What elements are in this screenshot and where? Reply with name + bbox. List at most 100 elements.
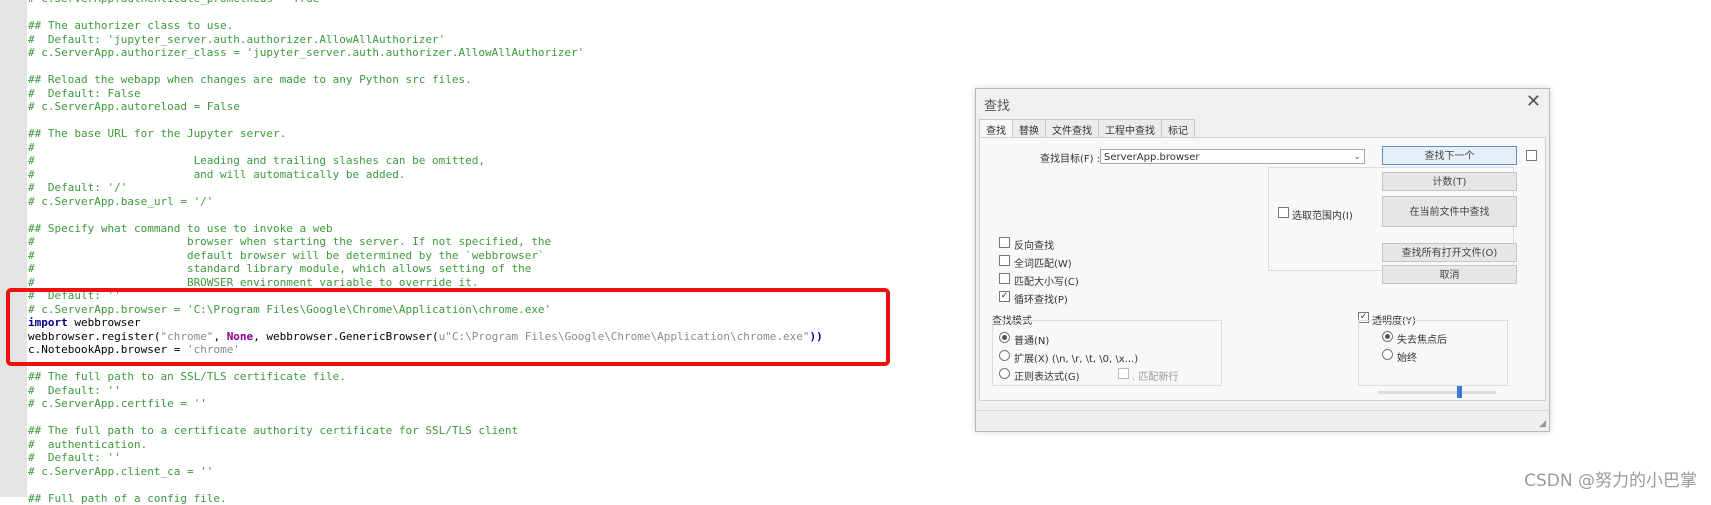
- transparency-focus-label: 失去焦点后: [1397, 331, 1447, 346]
- cancel-button[interactable]: 取消: [1382, 265, 1517, 284]
- code-line[interactable]: [28, 114, 823, 128]
- code-token: ## Reload the webapp when changes are ma…: [28, 73, 472, 86]
- code-line[interactable]: ## The full path to an SSL/TLS certifica…: [28, 370, 823, 384]
- mode-extended-label: 扩展(X) (\n, \r, \t, \0, \x...): [1014, 350, 1138, 365]
- code-line[interactable]: # Default: 'jupyter_server.auth.authoriz…: [28, 33, 823, 47]
- find-label: 查找目标(F) :: [1040, 150, 1100, 165]
- code-token: # c.ServerApp.authenticate_prometheus = …: [28, 0, 319, 5]
- mode-regex-label: 正则表达式(G): [1014, 368, 1080, 383]
- mode-extended-radio[interactable]: [999, 350, 1010, 361]
- match-case-label: 匹配大小写(C): [1014, 273, 1079, 288]
- code-line[interactable]: # Default: '/': [28, 181, 823, 195]
- count-button[interactable]: 计数(T): [1382, 172, 1517, 191]
- code-line[interactable]: # c.ServerApp.authorizer_class = 'jupyte…: [28, 46, 823, 60]
- code-token: # Default: 'jupyter_server.auth.authoriz…: [28, 33, 445, 46]
- find-all-open-button[interactable]: 查找所有打开文件(O): [1382, 243, 1517, 262]
- code-line[interactable]: ## The full path to a certificate author…: [28, 424, 823, 438]
- code-line[interactable]: ## The base URL for the Jupyter server.: [28, 127, 823, 141]
- mode-regex-radio[interactable]: [999, 368, 1010, 379]
- code-line[interactable]: # BROWSER environment variable to overri…: [28, 276, 823, 290]
- code-line[interactable]: ## Specify what command to use to invoke…: [28, 222, 823, 236]
- wrap-checkbox[interactable]: ✓: [999, 291, 1010, 302]
- close-icon[interactable]: ✕: [1526, 91, 1541, 112]
- tab-find-in-files[interactable]: 文件查找: [1045, 119, 1099, 137]
- match-case-checkbox[interactable]: [999, 273, 1010, 284]
- wrap-label: 循环查找(P): [1014, 291, 1068, 306]
- find-next-button[interactable]: 查找下一个: [1382, 146, 1517, 165]
- code-line[interactable]: [28, 60, 823, 74]
- code-token: # BROWSER environment variable to overri…: [28, 276, 478, 289]
- code-line[interactable]: # Default: '': [28, 451, 823, 465]
- code-token: # Default: False: [28, 87, 141, 100]
- tab-mark[interactable]: 标记: [1161, 119, 1195, 137]
- transparency-slider-thumb[interactable]: [1457, 386, 1462, 398]
- whole-word-checkbox[interactable]: [999, 255, 1010, 266]
- dialog-status-bar: ◢: [976, 410, 1549, 431]
- code-token: # c.ServerApp.autoreload = False: [28, 100, 240, 113]
- code-token: # browser when starting the server. If n…: [28, 235, 551, 248]
- code-line[interactable]: [28, 478, 823, 492]
- code-line[interactable]: # c.ServerApp.base_url = '/': [28, 195, 823, 209]
- code-token: # c.ServerApp.authorizer_class = 'jupyte…: [28, 46, 584, 59]
- code-line[interactable]: ## Reload the webapp when changes are ma…: [28, 73, 823, 87]
- code-line[interactable]: # default browser will be determined by …: [28, 249, 823, 263]
- transparency-focus-radio[interactable]: [1382, 331, 1393, 342]
- whole-word-label: 全词匹配(W): [1014, 255, 1072, 270]
- code-token: # Default: '': [28, 384, 121, 397]
- code-line[interactable]: # authentication.: [28, 438, 823, 452]
- mode-normal-radio[interactable]: [999, 332, 1010, 343]
- transparency-group: [1358, 320, 1508, 386]
- dot-newline-label: . 匹配新行: [1132, 368, 1178, 383]
- in-selection-checkbox[interactable]: [1278, 207, 1289, 218]
- code-token: # Default: '': [28, 451, 121, 464]
- find-next-checkbox[interactable]: [1526, 150, 1537, 161]
- code-token: # c.ServerApp.base_url = '/': [28, 195, 213, 208]
- find-input[interactable]: ServerApp.browser ⌄: [1100, 149, 1365, 164]
- editor-gutter: [0, 0, 27, 497]
- transparency-slider[interactable]: [1378, 391, 1496, 394]
- code-editor[interactable]: # c.ServerApp.authenticate_prometheus = …: [28, 0, 823, 505]
- code-line[interactable]: # browser when starting the server. If n…: [28, 235, 823, 249]
- dot-newline-checkbox[interactable]: [1118, 368, 1129, 379]
- code-line[interactable]: [28, 208, 823, 222]
- watermark: CSDN @努力的小巴掌: [1524, 466, 1697, 491]
- in-selection-label: 选取范围内(I): [1292, 207, 1353, 222]
- dialog-title: 查找: [984, 95, 1010, 114]
- tab-replace[interactable]: 替换: [1012, 119, 1046, 137]
- code-token: # authentication.: [28, 438, 147, 451]
- code-line[interactable]: [28, 411, 823, 425]
- code-token: ## The full path to a certificate author…: [28, 424, 518, 437]
- code-line[interactable]: # standard library module, which allows …: [28, 262, 823, 276]
- code-token: # and will automatically be added.: [28, 168, 406, 181]
- tab-find-in-project[interactable]: 工程中查找: [1098, 119, 1162, 137]
- code-token: # c.ServerApp.certfile = '': [28, 397, 207, 410]
- code-token: ## Full path of a config file.: [28, 492, 227, 505]
- code-line[interactable]: ## The authorizer class to use.: [28, 19, 823, 33]
- code-line[interactable]: # Default: '': [28, 384, 823, 398]
- code-line[interactable]: # and will automatically be added.: [28, 168, 823, 182]
- transparency-always-radio[interactable]: [1382, 349, 1393, 360]
- code-token: # Default: '/': [28, 181, 127, 194]
- code-line[interactable]: # Leading and trailing slashes can be om…: [28, 154, 823, 168]
- code-line[interactable]: # Default: False: [28, 87, 823, 101]
- find-dialog: 查找 ✕ 查找 替换 文件查找 工程中查找 标记 查找目标(F) : Serve…: [975, 88, 1550, 432]
- code-token: ## The authorizer class to use.: [28, 19, 233, 32]
- code-token: # default browser will be determined by …: [28, 249, 545, 262]
- code-line[interactable]: ## Full path of a config file.: [28, 492, 823, 505]
- code-line[interactable]: #: [28, 141, 823, 155]
- dialog-tabs: 查找 替换 文件查找 工程中查找 标记: [979, 119, 1194, 137]
- code-line[interactable]: # c.ServerApp.autoreload = False: [28, 100, 823, 114]
- code-token: # c.ServerApp.client_ca = '': [28, 465, 213, 478]
- find-pane: 查找目标(F) : ServerApp.browser ⌄ 查找下一个 计数(T…: [979, 137, 1546, 401]
- backward-label: 反向查找: [1014, 237, 1054, 252]
- code-line[interactable]: # c.ServerApp.certfile = '': [28, 397, 823, 411]
- backward-checkbox[interactable]: [999, 237, 1010, 248]
- code-line[interactable]: # c.ServerApp.client_ca = '': [28, 465, 823, 479]
- find-in-file-button[interactable]: 在当前文件中查找: [1382, 196, 1517, 227]
- highlight-box: [6, 288, 890, 366]
- code-token: ## The full path to an SSL/TLS certifica…: [28, 370, 346, 383]
- resize-grip-icon[interactable]: ◢: [1539, 419, 1546, 429]
- code-token: ## The base URL for the Jupyter server.: [28, 127, 286, 140]
- chevron-down-icon[interactable]: ⌄: [1353, 150, 1361, 165]
- code-line[interactable]: [28, 6, 823, 20]
